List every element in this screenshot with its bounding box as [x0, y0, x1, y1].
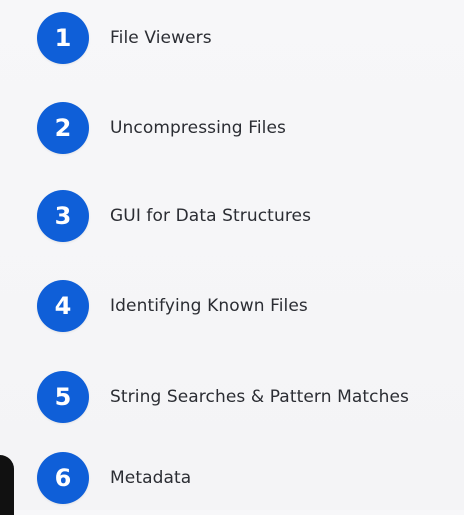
item-label: String Searches & Pattern Matches [110, 387, 409, 407]
item-label: File Viewers [110, 28, 212, 48]
item-label: Metadata [110, 468, 192, 488]
presenter-silhouette [0, 455, 14, 515]
item-label: GUI for Data Structures [110, 206, 312, 226]
number-badge: 3 [37, 190, 89, 242]
number-badge: 5 [37, 371, 89, 423]
number-badge: 1 [37, 12, 89, 64]
item-label: Identifying Known Files [110, 296, 308, 316]
number-badge: 4 [37, 280, 89, 332]
list-item: 1 File Viewers [37, 12, 212, 64]
list-item: 2 Uncompressing Files [37, 102, 286, 154]
number-badge: 6 [37, 452, 89, 504]
item-label: Uncompressing Files [110, 118, 287, 138]
numbered-topic-list: 1 File Viewers 2 Uncompressing Files 3 G… [0, 0, 464, 510]
number-badge: 2 [37, 102, 89, 154]
list-item: 6 Metadata [37, 452, 191, 504]
list-item: 4 Identifying Known Files [37, 280, 308, 332]
list-item: 5 String Searches & Pattern Matches [37, 371, 409, 423]
list-item: 3 GUI for Data Structures [37, 190, 311, 242]
